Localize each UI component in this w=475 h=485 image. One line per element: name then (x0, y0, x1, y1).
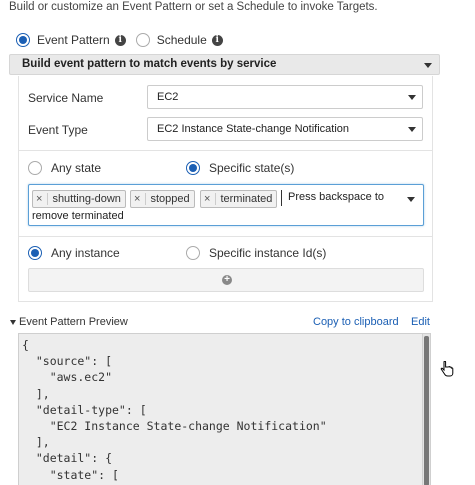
state-token: × stopped (130, 190, 195, 208)
schedule-label[interactable]: Schedule (157, 33, 207, 47)
tokens-hint-line1: Press backspace to (288, 191, 384, 203)
copy-to-clipboard-link[interactable]: Copy to clipboard (313, 316, 399, 328)
remove-token-button[interactable]: × (204, 193, 217, 205)
edit-link[interactable]: Edit (411, 316, 430, 328)
add-instance-button[interactable]: + (28, 268, 424, 292)
divider (19, 236, 432, 237)
any-state-label[interactable]: Any state (51, 161, 101, 175)
any-state-radio[interactable] (28, 161, 42, 175)
event-type-select[interactable]: EC2 Instance State-change Notification (147, 117, 423, 141)
info-icon[interactable]: i (211, 34, 223, 46)
preview-title: Event Pattern Preview (19, 316, 128, 328)
chevron-down-icon (408, 127, 416, 132)
specific-instance-label[interactable]: Specific instance Id(s) (209, 246, 326, 260)
event-type-label: Event Type (28, 123, 88, 137)
service-name-select[interactable]: EC2 (147, 85, 423, 109)
tokens-hint-line2: remove terminated (32, 210, 124, 222)
section-header-title: Build event pattern to match events by s… (22, 58, 277, 70)
specific-instance-radio[interactable] (186, 246, 200, 260)
scrollbar[interactable] (422, 334, 430, 485)
specific-states-label[interactable]: Specific state(s) (209, 161, 294, 175)
event-pattern-label[interactable]: Event Pattern (37, 33, 110, 47)
state-token: × terminated (200, 190, 278, 208)
scrollbar-thumb[interactable] (424, 336, 429, 485)
state-token: × shutting-down (32, 190, 126, 208)
mode-selector: Event Pattern i Schedule i (16, 33, 223, 47)
preview-toggle[interactable]: Event Pattern Preview (10, 316, 128, 328)
divider (19, 150, 432, 151)
service-name-label: Service Name (28, 91, 104, 105)
plus-icon: + (222, 275, 232, 285)
schedule-radio[interactable] (135, 33, 150, 47)
event-pattern-code[interactable]: { "source": [ "aws.ec2" ], "detail-type"… (18, 333, 431, 485)
service-name-value: EC2 (157, 91, 179, 103)
states-multiselect[interactable]: × shutting-down × stopped × terminated Pres… (28, 184, 424, 226)
chevron-down-icon (424, 63, 432, 68)
caret-down-icon (10, 319, 16, 325)
intro-text: Build or customize an Event Pattern or s… (9, 1, 378, 13)
section-header[interactable]: Build event pattern to match events by s… (9, 54, 440, 75)
specific-states-radio[interactable] (186, 161, 200, 175)
token-label: stopped (150, 193, 190, 205)
chevron-down-icon[interactable] (407, 197, 415, 202)
any-instance-radio[interactable] (28, 246, 42, 260)
token-label: terminated (220, 193, 273, 205)
event-pattern-json: { "source": [ "aws.ec2" ], "detail-type"… (22, 338, 327, 485)
event-type-value: EC2 Instance State-change Notification (157, 123, 350, 135)
event-pattern-radio[interactable] (16, 33, 30, 47)
remove-token-button[interactable]: × (134, 193, 147, 205)
chevron-down-icon (408, 95, 416, 100)
any-instance-label[interactable]: Any instance (51, 246, 120, 260)
text-cursor (281, 190, 282, 206)
remove-token-button[interactable]: × (36, 193, 49, 205)
hand-cursor-icon (440, 361, 454, 377)
info-icon[interactable]: i (114, 34, 126, 46)
token-label: shutting-down (52, 193, 121, 205)
